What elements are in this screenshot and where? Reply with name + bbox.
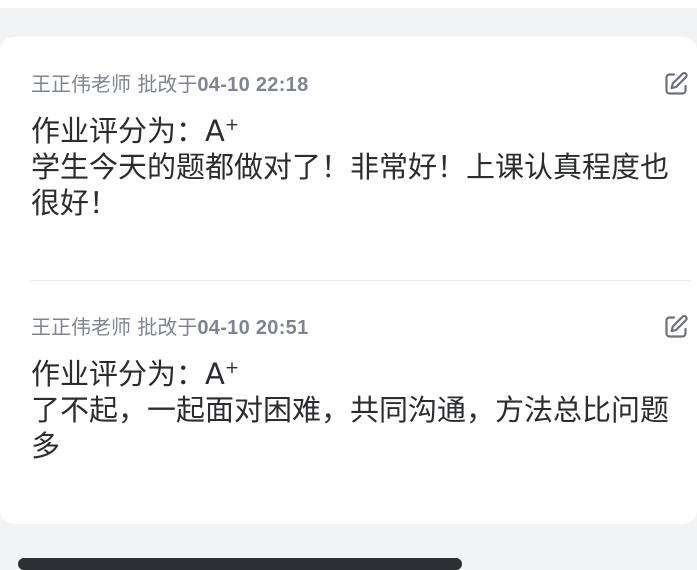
grade-prefix: 作业评分为：	[31, 114, 206, 148]
review-time: 04-10 20:51	[197, 317, 309, 339]
edit-icon[interactable]	[662, 313, 690, 341]
grade-line: 作业评分为：A+	[31, 114, 690, 149]
previous-card-edge	[0, 0, 697, 8]
corrected-label: 批改于	[137, 72, 198, 96]
teacher-name: 王正伟老师	[31, 315, 131, 339]
review-entry: 王正伟老师 批改于04-10 20:51 作业评分为：A+ 了不起，一起面对困难…	[31, 312, 690, 464]
review-time: 04-10 22:18	[197, 74, 309, 96]
grade-line: 作业评分为：A+	[31, 357, 690, 392]
homework-review-card: 王正伟老师 批改于04-10 22:18 作业评分为：A+ 学生今天的题都做对了…	[0, 37, 697, 524]
review-meta: 王正伟老师 批改于04-10 22:18	[31, 69, 690, 99]
review-meta: 王正伟老师 批改于04-10 20:51	[31, 312, 690, 342]
review-comment: 了不起，一起面对困难，共同沟通，方法总比问题多	[31, 393, 670, 463]
corrected-label: 批改于	[137, 315, 198, 339]
teacher-name: 王正伟老师	[31, 72, 131, 96]
grade-mark: +	[224, 358, 240, 378]
review-comment: 学生今天的题都做对了！非常好！上课认真程度也很好！	[31, 150, 670, 220]
edit-icon[interactable]	[662, 70, 690, 98]
entry-divider	[31, 280, 690, 281]
grade-mark: +	[224, 115, 240, 135]
review-entry: 王正伟老师 批改于04-10 22:18 作业评分为：A+ 学生今天的题都做对了…	[31, 69, 690, 221]
bottom-bar	[18, 558, 462, 570]
grade-letter: A	[205, 114, 225, 148]
grade-prefix: 作业评分为：	[31, 357, 206, 391]
grade-letter: A	[205, 357, 225, 391]
